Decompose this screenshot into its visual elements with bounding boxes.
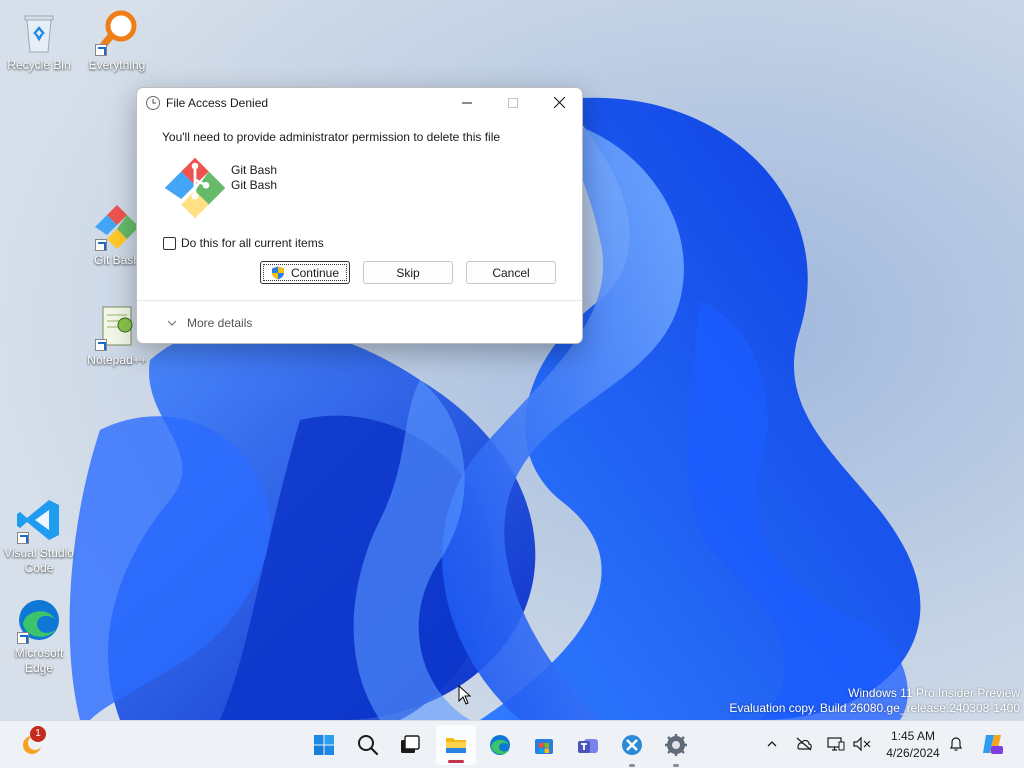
taskbar-start[interactable] bbox=[304, 721, 344, 768]
network-icon bbox=[827, 737, 845, 751]
apply-to-all-label: Do this for all current items bbox=[181, 236, 324, 250]
network-status[interactable] bbox=[826, 734, 846, 754]
volume-status[interactable] bbox=[852, 734, 872, 754]
watermark-build: Evaluation copy. Build 26080.ge_release.… bbox=[729, 701, 1020, 715]
shortcut-arrow-icon bbox=[95, 339, 107, 351]
running-indicator bbox=[629, 764, 635, 767]
file-info: Git Bash Git Bash bbox=[162, 155, 582, 221]
desktop-icon-label: Microsoft Edge bbox=[14, 646, 64, 675]
minimize-icon bbox=[462, 102, 472, 103]
taskbar-edge[interactable] bbox=[480, 721, 520, 768]
taskbar-teams[interactable] bbox=[568, 721, 608, 768]
git-bash-icon bbox=[164, 157, 226, 219]
dialog-titlebar[interactable]: File Access Denied bbox=[137, 88, 582, 117]
widgets-notification-badge: 1 bbox=[30, 726, 46, 742]
bell-icon bbox=[950, 737, 962, 751]
desktop-icon-edge[interactable]: Microsoft Edge bbox=[0, 596, 78, 676]
copilot-icon bbox=[983, 735, 1003, 754]
everything-search-icon bbox=[93, 8, 141, 56]
desktop-icon-label: Visual Studio Code bbox=[4, 546, 74, 575]
desktop-icon-everything[interactable]: Everything bbox=[78, 8, 156, 73]
mouse-pointer-icon bbox=[458, 685, 471, 705]
desktop-icon-label: Recycle Bin bbox=[7, 58, 71, 72]
minimize-button[interactable] bbox=[444, 88, 490, 117]
cloud-offline-icon bbox=[796, 737, 812, 751]
clock-icon bbox=[146, 95, 160, 110]
show-hidden-icons-button[interactable] bbox=[762, 734, 782, 754]
maximize-icon bbox=[508, 97, 518, 108]
task-view-icon bbox=[401, 735, 420, 753]
cancel-button[interactable]: Cancel bbox=[466, 261, 556, 284]
watermark-edition: Windows 11 Pro Insider Preview bbox=[848, 686, 1020, 700]
taskbar-task-view[interactable] bbox=[390, 721, 430, 768]
running-indicator bbox=[673, 764, 679, 767]
edge-icon bbox=[490, 735, 510, 755]
desktop-icon-vscode[interactable]: Visual Studio Code bbox=[0, 496, 78, 576]
teams-icon bbox=[578, 739, 598, 753]
shortcut-arrow-icon bbox=[17, 632, 29, 644]
taskbar-store[interactable] bbox=[524, 721, 564, 768]
evaluation-watermark: Windows 11 Pro Insider Preview Evaluatio… bbox=[729, 686, 1020, 716]
file-access-denied-dialog: File Access Denied You'll need to provid… bbox=[136, 87, 583, 344]
edge-icon bbox=[15, 596, 63, 644]
store-icon bbox=[535, 739, 553, 754]
notepad-plus-plus-icon bbox=[93, 303, 141, 351]
search-icon bbox=[358, 735, 379, 756]
more-details-toggle[interactable]: More details bbox=[167, 316, 252, 330]
recycle-bin-icon bbox=[15, 8, 63, 56]
vscode-icon bbox=[15, 496, 63, 544]
onedrive-status[interactable] bbox=[794, 734, 814, 754]
taskbar-snipping-tool[interactable] bbox=[612, 721, 652, 768]
taskbar-settings[interactable] bbox=[656, 721, 696, 768]
file-explorer-icon bbox=[446, 738, 466, 753]
shortcut-arrow-icon bbox=[17, 532, 29, 544]
more-details-label: More details bbox=[187, 316, 253, 330]
desktop-icon-recycle-bin[interactable]: Recycle Bin bbox=[0, 8, 78, 73]
apply-to-all-checkbox[interactable] bbox=[163, 236, 176, 250]
clock-date: 4/26/2024 bbox=[886, 746, 940, 760]
copilot-button[interactable] bbox=[980, 732, 1004, 756]
taskbar-search[interactable] bbox=[348, 721, 388, 768]
maximize-button[interactable] bbox=[490, 88, 536, 117]
chevron-up-icon bbox=[767, 741, 777, 747]
desktop-icon-label: Notepad++ bbox=[87, 353, 147, 367]
dialog-divider bbox=[137, 300, 582, 301]
uac-shield-icon bbox=[271, 266, 284, 279]
system-clock[interactable]: 1:45 AM 4/26/2024 bbox=[880, 728, 946, 762]
dialog-title: File Access Denied bbox=[166, 95, 269, 110]
apply-to-all-option[interactable]: Do this for all current items bbox=[163, 236, 324, 250]
skip-button[interactable]: Skip bbox=[363, 261, 453, 284]
start-icon bbox=[314, 735, 334, 755]
continue-button[interactable]: Continue bbox=[260, 261, 350, 284]
taskbar-file-explorer[interactable] bbox=[436, 725, 476, 765]
file-name: Git Bash bbox=[231, 163, 278, 177]
close-icon bbox=[553, 97, 565, 108]
close-button[interactable] bbox=[536, 88, 582, 117]
shortcut-arrow-icon bbox=[95, 239, 107, 251]
shortcut-arrow-icon bbox=[95, 44, 107, 56]
notifications-button[interactable] bbox=[946, 734, 966, 754]
permission-message: You'll need to provide administrator per… bbox=[162, 130, 501, 144]
settings-icon bbox=[665, 734, 687, 756]
chevron-down-icon bbox=[167, 320, 177, 326]
volume-muted-icon bbox=[853, 736, 871, 752]
file-description: Git Bash bbox=[231, 178, 278, 192]
desktop-icon-label: Everything bbox=[88, 58, 146, 72]
continue-label: Continue bbox=[290, 265, 340, 280]
clock-time: 1:45 AM bbox=[890, 729, 936, 743]
snipping-icon bbox=[622, 735, 642, 755]
running-indicator bbox=[448, 760, 464, 763]
git-bash-icon bbox=[93, 203, 141, 251]
